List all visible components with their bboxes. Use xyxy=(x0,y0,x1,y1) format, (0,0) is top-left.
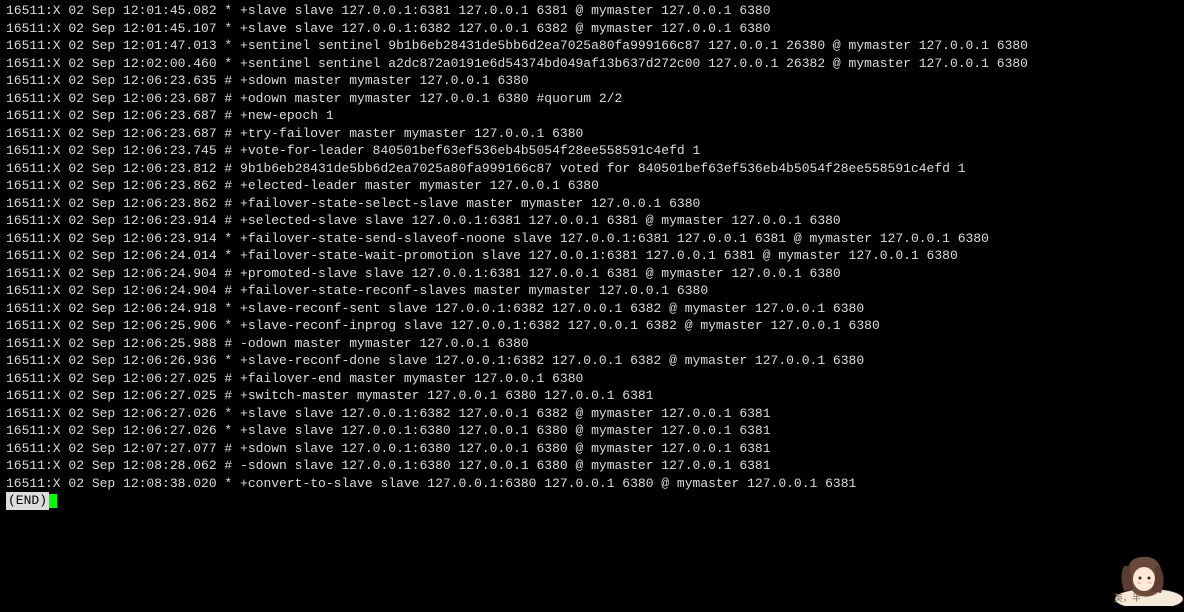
terminal-log-output[interactable]: 16511:X 02 Sep 12:01:45.082 * +slave sla… xyxy=(6,2,1178,492)
pager-end-line: (END) xyxy=(6,492,1178,510)
pager-end-marker: (END) xyxy=(6,492,49,510)
svg-text:英，半: 英，半 xyxy=(1114,592,1141,603)
avatar: 英，半 xyxy=(1099,551,1184,606)
terminal-cursor xyxy=(49,494,57,508)
